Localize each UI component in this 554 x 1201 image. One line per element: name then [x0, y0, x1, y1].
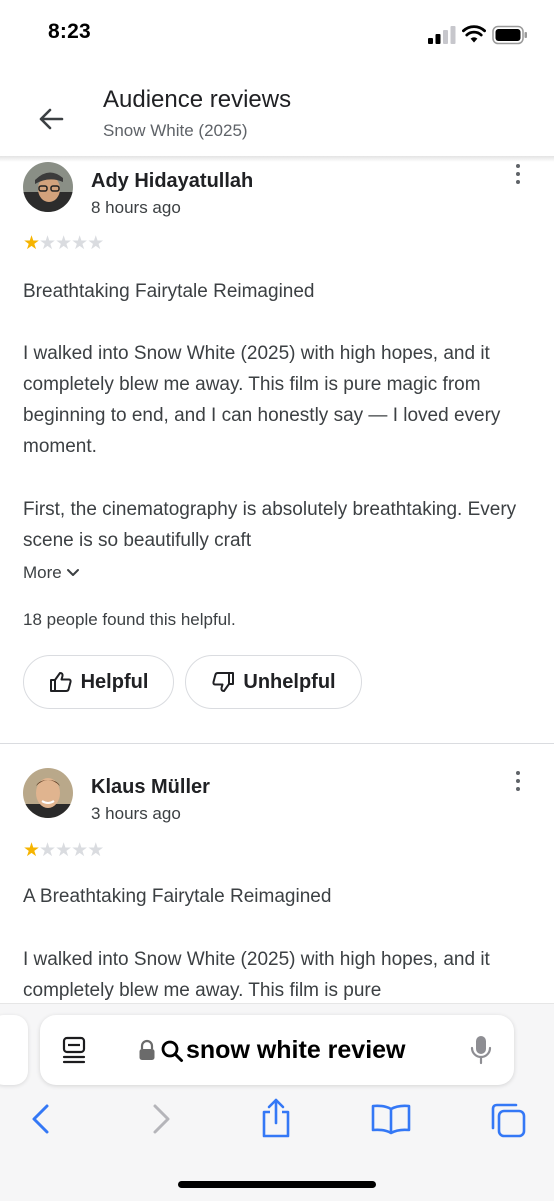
- star-icon: ★: [55, 840, 72, 861]
- thumbs-up-icon: [49, 672, 72, 692]
- star-rating: ★★★★★: [23, 840, 104, 861]
- star-icon: ★: [39, 840, 56, 861]
- back-chevron-icon[interactable]: [30, 1103, 52, 1135]
- cellular-signal-icon: [428, 26, 456, 44]
- star-icon: ★: [39, 233, 56, 254]
- status-time: 8:23: [48, 20, 91, 43]
- wifi-icon: [462, 25, 486, 43]
- star-icon: ★: [87, 840, 104, 861]
- avatar-photo: [23, 768, 73, 818]
- unhelpful-label: Unhelpful: [243, 670, 336, 693]
- kebab-menu-icon: [516, 771, 520, 775]
- review-menu-button[interactable]: [510, 160, 526, 188]
- kebab-menu-icon: [516, 164, 520, 168]
- unhelpful-button[interactable]: Unhelpful: [185, 655, 362, 709]
- back-button[interactable]: [34, 102, 68, 136]
- thumbs-down-icon: [212, 672, 235, 692]
- reviewer-name[interactable]: Ady Hidayatullah: [91, 170, 253, 193]
- star-icon: ★: [23, 840, 40, 861]
- header-shadow: [0, 156, 554, 162]
- review-menu-button[interactable]: [510, 767, 526, 795]
- search-icon: [161, 1040, 183, 1062]
- review-divider: [0, 743, 554, 744]
- avatar[interactable]: [23, 768, 73, 818]
- bookmarks-icon[interactable]: [370, 1103, 412, 1135]
- more-button[interactable]: More: [23, 563, 80, 583]
- avatar[interactable]: [23, 162, 73, 212]
- chevron-down-icon: [66, 569, 79, 576]
- review-title: A Breathtaking Fairytale Reimagined: [23, 886, 332, 907]
- address-text[interactable]: snow white review: [186, 1036, 406, 1065]
- microphone-icon[interactable]: [469, 1034, 493, 1066]
- app-header: [0, 70, 554, 158]
- review-paragraph: I walked into Snow White (2025) with hig…: [23, 949, 490, 1001]
- star-icon: ★: [71, 840, 88, 861]
- avatar-photo: [23, 162, 73, 212]
- page-subtitle: Snow White (2025): [103, 121, 248, 140]
- share-icon[interactable]: [258, 1097, 294, 1139]
- back-arrow-icon: [39, 108, 64, 130]
- home-indicator: [178, 1181, 376, 1188]
- more-label: More: [23, 563, 62, 582]
- star-icon: ★: [23, 233, 40, 254]
- battery-icon: [492, 25, 527, 45]
- star-icon: ★: [71, 233, 88, 254]
- tabs-icon[interactable]: [489, 1101, 527, 1139]
- review-paragraph: I walked into Snow White (2025) with hig…: [23, 343, 501, 457]
- tabs-list-icon[interactable]: [62, 1036, 88, 1064]
- helpful-label: Helpful: [80, 670, 149, 693]
- lock-icon: [139, 1039, 155, 1060]
- helpful-count: 18 people found this helpful.: [23, 610, 236, 629]
- forward-chevron-icon[interactable]: [150, 1103, 172, 1135]
- helpful-button[interactable]: Helpful: [23, 655, 174, 709]
- review-time: 3 hours ago: [91, 804, 181, 823]
- review-paragraph: First, the cinematography is absolutely …: [23, 499, 517, 551]
- star-rating: ★★★★★: [23, 233, 104, 254]
- star-icon: ★: [55, 233, 72, 254]
- reviewer-name[interactable]: Klaus Müller: [91, 776, 210, 799]
- previous-tab-preview[interactable]: [0, 1015, 28, 1085]
- review-time: 8 hours ago: [91, 198, 181, 217]
- page-title: Audience reviews: [103, 86, 292, 113]
- review-title: Breathtaking Fairytale Reimagined: [23, 281, 315, 302]
- star-icon: ★: [87, 233, 104, 254]
